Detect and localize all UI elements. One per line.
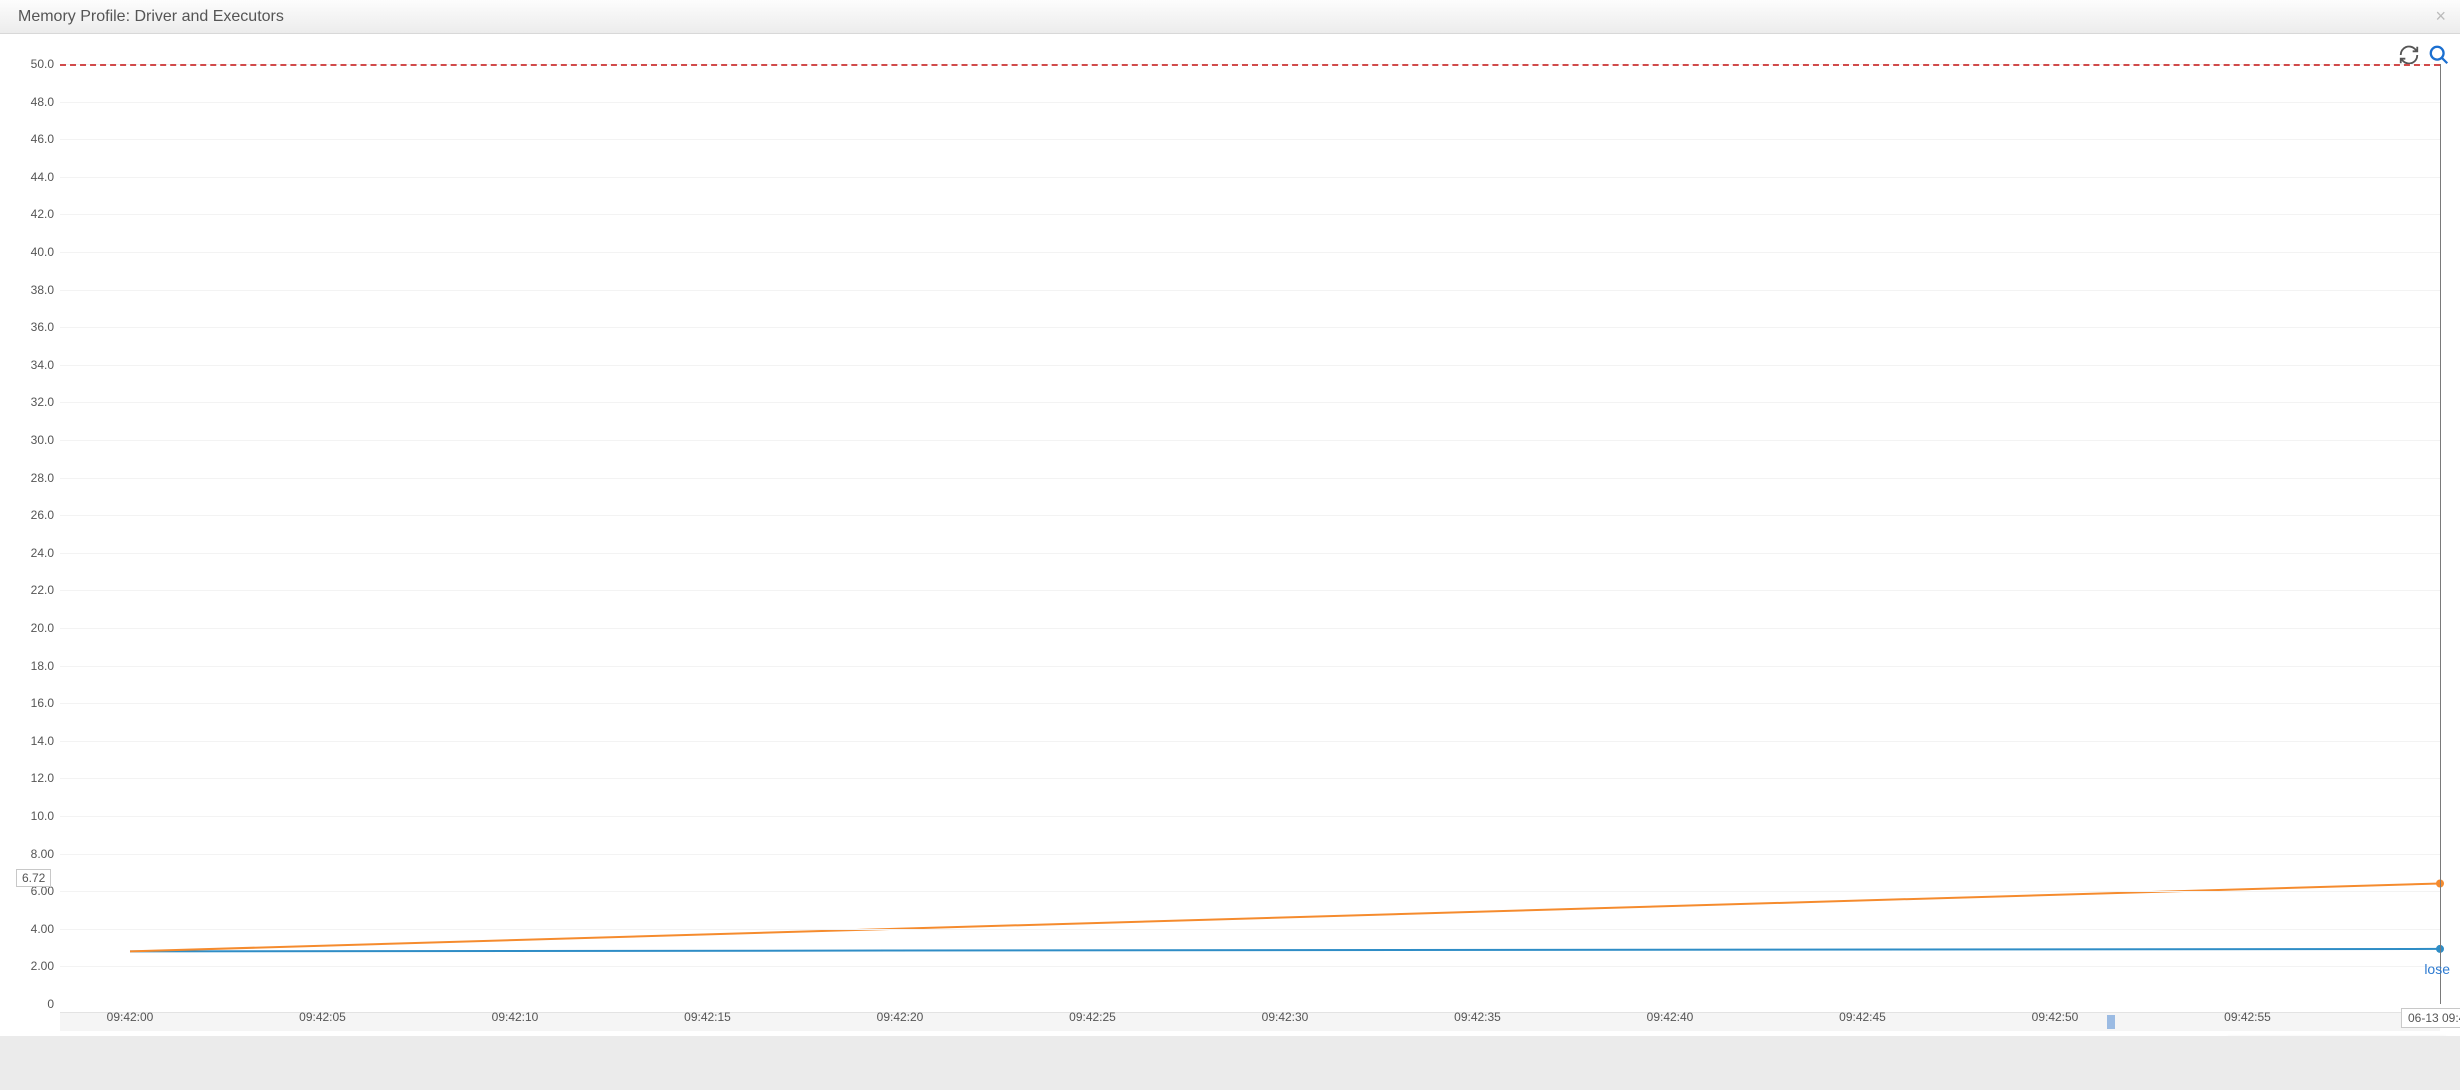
y-callout: 6.72 — [16, 869, 51, 887]
y-tick-label: 14.0 — [31, 734, 60, 748]
y-tick-label: 24.0 — [31, 546, 60, 560]
x-tick-label: 09:42:25 — [1069, 1004, 1116, 1024]
footer-bar — [0, 1036, 2460, 1090]
grid-line — [60, 214, 2440, 215]
grid-line — [60, 703, 2440, 704]
y-tick-label: 42.0 — [31, 207, 60, 221]
hover-cursor-line — [2440, 64, 2441, 1004]
y-tick-label: 12.0 — [31, 771, 60, 785]
grid-line — [60, 402, 2440, 403]
x-tick-label: 09:42:20 — [877, 1004, 924, 1024]
x-tick-label: 09:42:00 — [107, 1004, 154, 1024]
threshold-line — [60, 64, 2440, 66]
y-tick-label: 26.0 — [31, 508, 60, 522]
x-tick-label: 09:42:40 — [1647, 1004, 1694, 1024]
y-tick-label: 36.0 — [31, 320, 60, 334]
y-tick-label: 0 — [47, 997, 60, 1011]
grid-line — [60, 177, 2440, 178]
y-tick-label: 30.0 — [31, 433, 60, 447]
grid-line — [60, 515, 2440, 516]
grid-line — [60, 966, 2440, 967]
panel-title: Memory Profile: Driver and Executors — [18, 8, 284, 26]
y-tick-label: 38.0 — [31, 283, 60, 297]
grid-line — [60, 327, 2440, 328]
chart-lines — [60, 64, 2440, 1004]
plot-area[interactable]: 02.004.006.008.0010.012.014.016.018.020.… — [60, 64, 2440, 1004]
close-link[interactable]: lose — [2424, 961, 2450, 977]
x-tick-label: 09:42:05 — [299, 1004, 346, 1024]
grid-line — [60, 854, 2440, 855]
grid-line — [60, 365, 2440, 366]
grid-line — [60, 666, 2440, 667]
y-tick-label: 50.0 — [31, 57, 60, 71]
zoom-icon[interactable] — [2428, 44, 2450, 66]
grid-line — [60, 628, 2440, 629]
grid-line — [60, 741, 2440, 742]
y-tick-label: 46.0 — [31, 132, 60, 146]
grid-line — [60, 478, 2440, 479]
y-tick-label: 8.00 — [31, 847, 60, 861]
navigator-marker[interactable] — [2107, 1015, 2115, 1029]
y-tick-label: 10.0 — [31, 809, 60, 823]
x-tick-label: 09:42:50 — [2032, 1004, 2079, 1024]
grid-line — [60, 816, 2440, 817]
y-tick-label: 28.0 — [31, 471, 60, 485]
grid-line — [60, 139, 2440, 140]
grid-line — [60, 929, 2440, 930]
series-line — [130, 949, 2440, 951]
x-tick-label: 09:42:15 — [684, 1004, 731, 1024]
x-cursor-label: 06-13 09:43 — [2401, 1008, 2460, 1028]
series-line — [130, 883, 2440, 951]
y-tick-label: 16.0 — [31, 696, 60, 710]
grid-line — [60, 440, 2440, 441]
time-navigator[interactable] — [60, 1012, 2440, 1031]
grid-line — [60, 252, 2440, 253]
x-tick-label: 09:42:30 — [1262, 1004, 1309, 1024]
grid-line — [60, 102, 2440, 103]
grid-line — [60, 891, 2440, 892]
y-tick-label: 32.0 — [31, 395, 60, 409]
y-tick-label: 48.0 — [31, 95, 60, 109]
panel-header: Memory Profile: Driver and Executors × — [0, 0, 2460, 34]
grid-line — [60, 290, 2440, 291]
x-tick-label: 09:42:35 — [1454, 1004, 1501, 1024]
chart-area: 02.004.006.008.0010.012.014.016.018.020.… — [0, 34, 2460, 1037]
y-tick-label: 20.0 — [31, 621, 60, 635]
y-tick-label: 44.0 — [31, 170, 60, 184]
y-tick-label: 18.0 — [31, 659, 60, 673]
grid-line — [60, 553, 2440, 554]
x-tick-label: 09:42:10 — [492, 1004, 539, 1024]
y-tick-label: 40.0 — [31, 245, 60, 259]
x-tick-label: 09:42:45 — [1839, 1004, 1886, 1024]
y-tick-label: 22.0 — [31, 583, 60, 597]
x-tick-label: 09:42:55 — [2224, 1004, 2271, 1024]
refresh-icon[interactable] — [2398, 44, 2420, 66]
grid-line — [60, 778, 2440, 779]
y-tick-label: 2.00 — [31, 959, 60, 973]
y-tick-label: 34.0 — [31, 358, 60, 372]
close-icon[interactable]: × — [2435, 6, 2446, 27]
grid-line — [60, 590, 2440, 591]
chart-toolbar — [2398, 44, 2450, 66]
y-tick-label: 4.00 — [31, 922, 60, 936]
